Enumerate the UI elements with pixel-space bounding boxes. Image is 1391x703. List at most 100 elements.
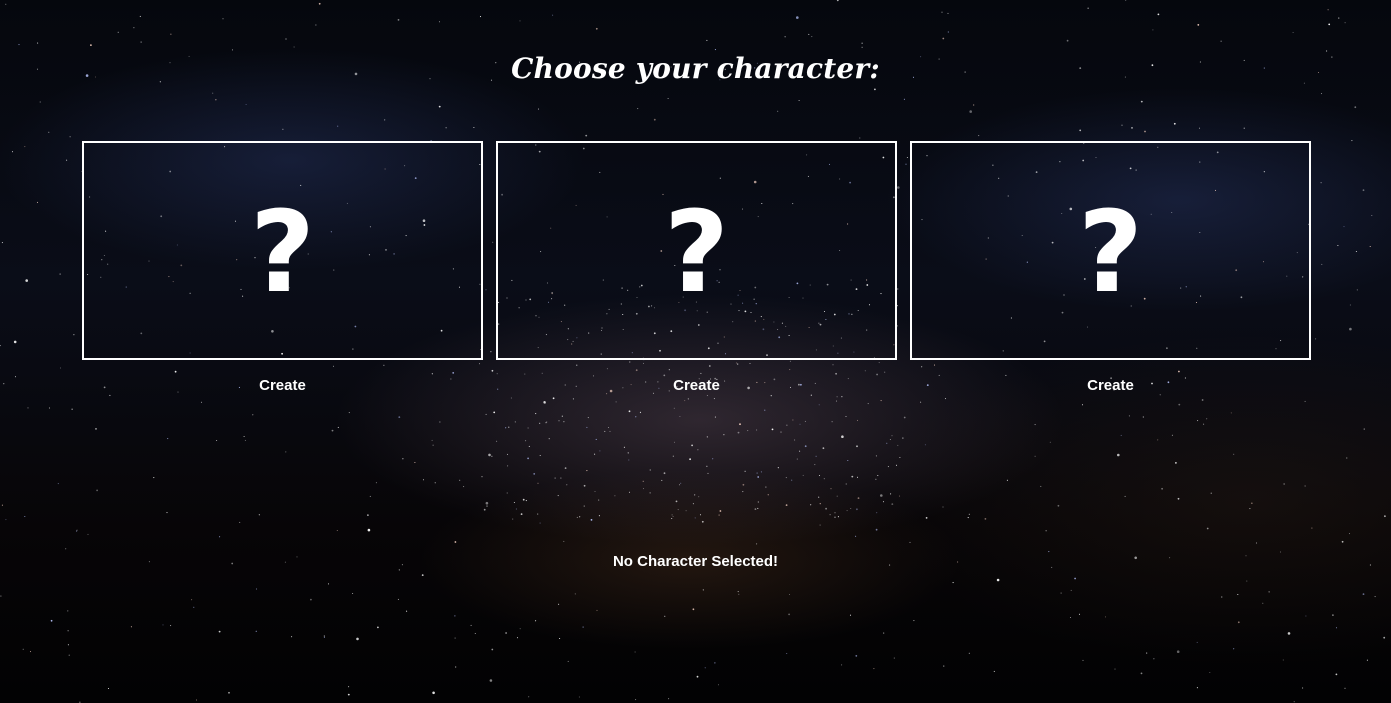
star-dot <box>528 696 530 698</box>
star-dot <box>545 422 547 424</box>
star-dot <box>1362 189 1365 192</box>
star-dot <box>1304 400 1306 402</box>
star-dot <box>493 411 496 414</box>
star-dot <box>563 421 565 423</box>
star-dot <box>0 345 1 347</box>
star-dot <box>1251 502 1253 504</box>
star-dot <box>1230 412 1232 414</box>
star-dot <box>318 2 321 5</box>
star-dot <box>943 665 945 667</box>
star-dot <box>780 431 782 433</box>
star-dot <box>637 108 639 110</box>
star-dot <box>1142 416 1144 418</box>
star-dot <box>1243 127 1245 129</box>
star-dot <box>1206 418 1208 420</box>
star-dot <box>924 444 926 446</box>
star-dot <box>481 476 483 478</box>
star-dot <box>841 396 843 398</box>
star-dot <box>231 49 234 51</box>
star-dot <box>24 515 26 518</box>
star-dot <box>336 529 338 532</box>
star-dot <box>1321 263 1323 265</box>
star-dot <box>876 512 878 514</box>
star-dot <box>1034 424 1036 426</box>
star-dot <box>886 442 888 444</box>
star-dot <box>707 472 709 474</box>
star-dot <box>239 521 241 523</box>
star-dot <box>473 126 475 129</box>
star-dot <box>1087 7 1089 9</box>
star-dot <box>59 273 61 275</box>
star-dot <box>845 483 847 485</box>
star-dot <box>808 33 810 35</box>
star-dot <box>891 435 893 437</box>
star-dot <box>968 652 970 654</box>
star-dot <box>515 508 517 510</box>
star-dot <box>535 620 537 622</box>
star-dot <box>25 279 29 282</box>
character-slot-3-box[interactable]: ? <box>910 141 1311 360</box>
star-dot <box>1328 23 1331 26</box>
star-dot <box>818 474 821 477</box>
star-dot <box>537 513 539 515</box>
star-dot <box>967 517 969 519</box>
star-dot <box>525 500 527 502</box>
create-character-1-button[interactable]: Create <box>82 377 483 394</box>
star-dot <box>434 482 436 484</box>
star-dot <box>244 439 246 441</box>
create-character-3-button[interactable]: Create <box>910 377 1311 394</box>
star-dot <box>691 444 693 447</box>
star-dot <box>564 467 567 469</box>
star-dot <box>559 637 561 640</box>
star-dot <box>834 516 836 518</box>
character-slot-1-box[interactable]: ? <box>82 141 483 360</box>
star-dot <box>723 434 725 436</box>
star-dot <box>1315 338 1317 340</box>
star-dot <box>706 436 708 438</box>
star-dot <box>293 46 295 48</box>
star-dot <box>756 429 758 431</box>
character-slot-2-box[interactable]: ? <box>496 141 897 360</box>
star-dot <box>867 403 869 405</box>
star-dot <box>754 508 757 510</box>
star-dot <box>718 514 720 516</box>
star-dot <box>1125 0 1127 1</box>
star-dot <box>1040 485 1042 487</box>
star-dot <box>1082 659 1084 661</box>
star-dot <box>893 657 895 659</box>
star-dot <box>739 423 741 426</box>
star-dot <box>1197 24 1200 26</box>
star-dot <box>823 478 825 480</box>
star-dot <box>1144 130 1146 133</box>
star-dot <box>1335 673 1338 676</box>
star-dot <box>212 92 214 94</box>
star-dot <box>756 543 758 545</box>
star-dot <box>1305 615 1307 617</box>
star-dot <box>883 632 885 634</box>
star-dot <box>887 466 889 468</box>
star-dot <box>594 453 596 455</box>
star-dot <box>285 38 287 40</box>
star-dot <box>668 698 670 700</box>
star-dot <box>1268 591 1270 593</box>
star-dot <box>819 524 821 526</box>
star-dot <box>1293 701 1295 703</box>
create-character-2-button[interactable]: Create <box>496 377 897 394</box>
star-dot <box>692 608 695 611</box>
star-dot <box>516 637 519 639</box>
star-dot <box>942 506 944 508</box>
star-dot <box>747 430 749 432</box>
star-dot <box>1344 22 1346 24</box>
star-dot <box>737 591 739 593</box>
star-dot <box>218 630 221 633</box>
star-dot <box>874 88 876 91</box>
star-dot <box>406 610 408 612</box>
star-dot <box>634 651 636 653</box>
star-dot <box>701 520 704 523</box>
star-dot <box>191 599 193 601</box>
star-dot <box>586 426 588 428</box>
star-dot <box>505 427 507 429</box>
star-dot <box>282 128 284 130</box>
star-dot <box>764 409 766 411</box>
star-dot <box>22 648 24 650</box>
